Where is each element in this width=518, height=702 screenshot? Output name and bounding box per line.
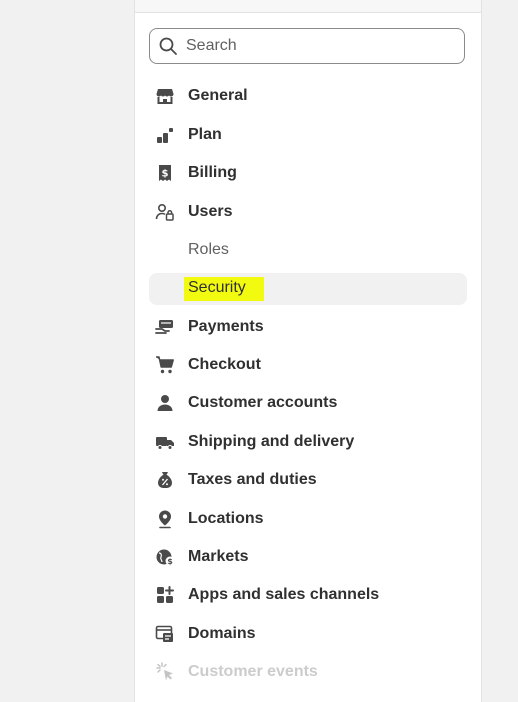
search-box[interactable] [149, 28, 465, 64]
sidebar-item-locations[interactable]: Locations [149, 503, 467, 535]
location-pin-icon [155, 509, 175, 529]
sidebar-item-label: Billing [188, 164, 237, 181]
store-icon [155, 86, 175, 106]
search-input[interactable] [186, 37, 446, 55]
sidebar-top-strip [135, 0, 481, 13]
sidebar-item-label: Apps and sales channels [188, 586, 380, 603]
sidebar-item-domains[interactable]: Domains [149, 618, 467, 650]
sidebar-item-label: Markets [188, 548, 249, 565]
sidebar-item-label: Domains [188, 625, 256, 642]
cursor-sparkle-icon [155, 662, 175, 682]
sidebar-item-label: Plan [188, 126, 222, 143]
sidebar-item-roles[interactable]: Roles [149, 234, 467, 266]
sidebar-item-markets[interactable]: $ Markets [149, 541, 467, 573]
globe-dollar-icon: $ [155, 547, 175, 567]
sidebar-item-label: Customer events [188, 663, 318, 680]
sidebar-item-label: Locations [188, 510, 264, 527]
sidebar-item-payments[interactable]: Payments [149, 311, 467, 343]
tax-bag-icon [155, 470, 175, 490]
sidebar-item-taxes[interactable]: Taxes and duties [149, 464, 467, 496]
sidebar-item-shipping[interactable]: Shipping and delivery [149, 426, 467, 458]
sidebar-item-general[interactable]: General [149, 80, 467, 112]
sidebar-item-plan[interactable]: Plan [149, 119, 467, 151]
plan-icon [155, 125, 175, 145]
sidebar-item-label: Shipping and delivery [188, 433, 355, 450]
cart-icon [155, 355, 175, 375]
apps-icon [155, 585, 175, 605]
sidebar-item-label: General [188, 87, 248, 104]
sidebar-item-security[interactable]: Security [149, 273, 467, 305]
truck-icon [155, 432, 175, 452]
users-lock-icon [155, 202, 175, 222]
svg-text:$: $ [162, 169, 169, 180]
sidebar-item-users[interactable]: Users [149, 196, 467, 228]
sidebar-item-customer-events[interactable]: Customer events [149, 656, 467, 688]
settings-sidebar: General Plan $ Billing [134, 0, 482, 702]
sidebar-item-label: Payments [188, 318, 264, 335]
sidebar-item-customer-accounts[interactable]: Customer accounts [149, 387, 467, 419]
sidebar-item-billing[interactable]: $ Billing [149, 157, 467, 189]
svg-text:$: $ [167, 557, 173, 566]
person-icon [155, 393, 175, 413]
receipt-icon: $ [155, 163, 175, 183]
sidebar-item-label: Roles [188, 241, 229, 258]
sidebar-item-apps[interactable]: Apps and sales channels [149, 579, 467, 611]
domain-icon [155, 624, 175, 644]
sidebar-item-label: Users [188, 203, 233, 220]
sidebar-item-label: Taxes and duties [188, 471, 317, 488]
sidebar-item-label: Checkout [188, 356, 261, 373]
search-icon [159, 37, 177, 55]
sidebar-item-label: Customer accounts [188, 394, 338, 411]
sidebar-item-checkout[interactable]: Checkout [149, 349, 467, 381]
sidebar-item-label: Security [184, 277, 264, 301]
payment-hand-icon [155, 317, 175, 337]
